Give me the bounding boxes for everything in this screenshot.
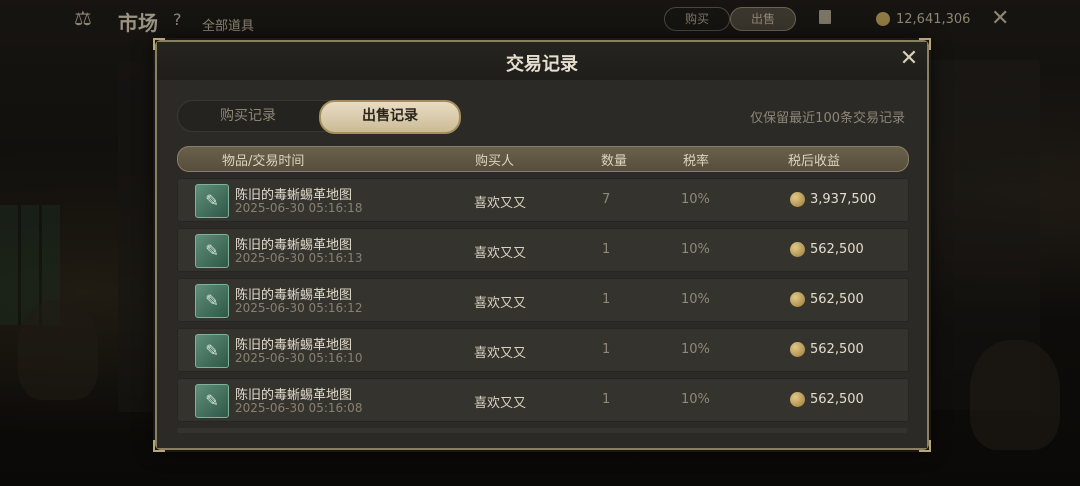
buyer-name: 喜欢又又 [474, 296, 527, 311]
scroll-map-icon: ✎ [195, 184, 229, 218]
table-row[interactable]: ✎ 陈旧的毒蜥蜴革地图 2025-06-30 05:16:18 喜欢又又 7 1… [177, 178, 909, 222]
tab-sell-records[interactable]: 出售记录 [319, 100, 461, 134]
tax-rate: 10% [681, 292, 710, 307]
gold-coin-icon [790, 292, 805, 307]
category-label[interactable]: 全部道具 [202, 15, 254, 34]
list-scroll-edge[interactable] [177, 428, 907, 433]
table-row[interactable]: ✎ 陈旧的毒蜥蜴革地图 2025-06-30 05:16:10 喜欢又又 1 1… [177, 328, 909, 372]
gold-coin-icon [790, 192, 805, 207]
income: 562,500 [810, 392, 864, 407]
tax-rate: 10% [681, 192, 710, 207]
gold-coin-icon [790, 392, 805, 407]
header-income: 税后收益 [788, 154, 841, 169]
quantity: 7 [602, 192, 611, 207]
quantity: 1 [602, 242, 611, 257]
gold-coin-icon [790, 242, 805, 257]
record-type-switch: 购买记录 出售记录 [177, 100, 461, 134]
trade-time: 2025-06-30 05:16:18 [235, 201, 363, 215]
scroll-map-icon: ✎ [195, 384, 229, 418]
modal-content: 购买记录 出售记录 仅保留最近100条交易记录 物品/交易时间 购买人 数量 税… [157, 80, 927, 448]
trade-time: 2025-06-30 05:16:10 [235, 351, 363, 365]
trade-time: 2025-06-30 05:16:13 [235, 251, 363, 265]
tab-sell[interactable]: 出售 [730, 7, 796, 31]
currency-amount: 12,641,306 [896, 12, 971, 27]
tax-rate: 10% [681, 342, 710, 357]
header-tax-rate: 税率 [683, 154, 710, 169]
market-topbar: ⚖ 市场 ? 全部道具 购买 出售 12,641,306 ✕ [0, 0, 1080, 40]
gold-coin-icon [876, 12, 890, 26]
table-row[interactable]: ✎ 陈旧的毒蜥蜴革地图 2025-06-30 05:16:08 喜欢又又 1 1… [177, 378, 909, 422]
quantity: 1 [602, 392, 611, 407]
scale-icon: ⚖ [74, 6, 92, 30]
scroll-map-icon: ✎ [195, 284, 229, 318]
tab-buy-records[interactable]: 购买记录 [178, 101, 318, 131]
modal-title: 交易记录 [506, 54, 578, 75]
trade-time: 2025-06-30 05:16:12 [235, 301, 363, 315]
tax-rate: 10% [681, 242, 710, 257]
buyer-name: 喜欢又又 [474, 196, 527, 211]
help-icon[interactable]: ? [173, 10, 182, 29]
income: 562,500 [810, 292, 864, 307]
tax-rate: 10% [681, 392, 710, 407]
tab-buy[interactable]: 购买 [664, 7, 730, 31]
modal-header: 交易记录 ✕ [157, 42, 927, 81]
buyer-name: 喜欢又又 [474, 396, 527, 411]
header-quantity: 数量 [601, 154, 628, 169]
market-title: 市场 [118, 11, 158, 35]
trade-time: 2025-06-30 05:16:08 [235, 401, 363, 415]
retention-note: 仅保留最近100条交易记录 [750, 111, 905, 126]
close-market-icon[interactable]: ✕ [991, 6, 1009, 31]
income: 562,500 [810, 342, 864, 357]
table-row[interactable]: ✎ 陈旧的毒蜥蜴革地图 2025-06-30 05:16:12 喜欢又又 1 1… [177, 278, 909, 322]
gold-coin-icon [790, 342, 805, 357]
income: 3,937,500 [810, 192, 877, 207]
quantity: 1 [602, 342, 611, 357]
table-header: 物品/交易时间 购买人 数量 税率 税后收益 [177, 146, 909, 172]
trade-records-modal: 交易记录 ✕ 购买记录 出售记录 仅保留最近100条交易记录 物品/交易时间 购… [153, 38, 931, 452]
header-buyer: 购买人 [475, 154, 515, 169]
close-icon[interactable]: ✕ [897, 47, 921, 71]
income: 562,500 [810, 242, 864, 257]
table-row[interactable]: ✎ 陈旧的毒蜥蜴革地图 2025-06-30 05:16:13 喜欢又又 1 1… [177, 228, 909, 272]
buyer-name: 喜欢又又 [474, 346, 527, 361]
scroll-map-icon: ✎ [195, 234, 229, 268]
records-icon[interactable] [819, 10, 831, 24]
buyer-name: 喜欢又又 [474, 246, 527, 261]
quantity: 1 [602, 292, 611, 307]
scroll-map-icon: ✎ [195, 334, 229, 368]
header-item-time: 物品/交易时间 [222, 154, 305, 169]
